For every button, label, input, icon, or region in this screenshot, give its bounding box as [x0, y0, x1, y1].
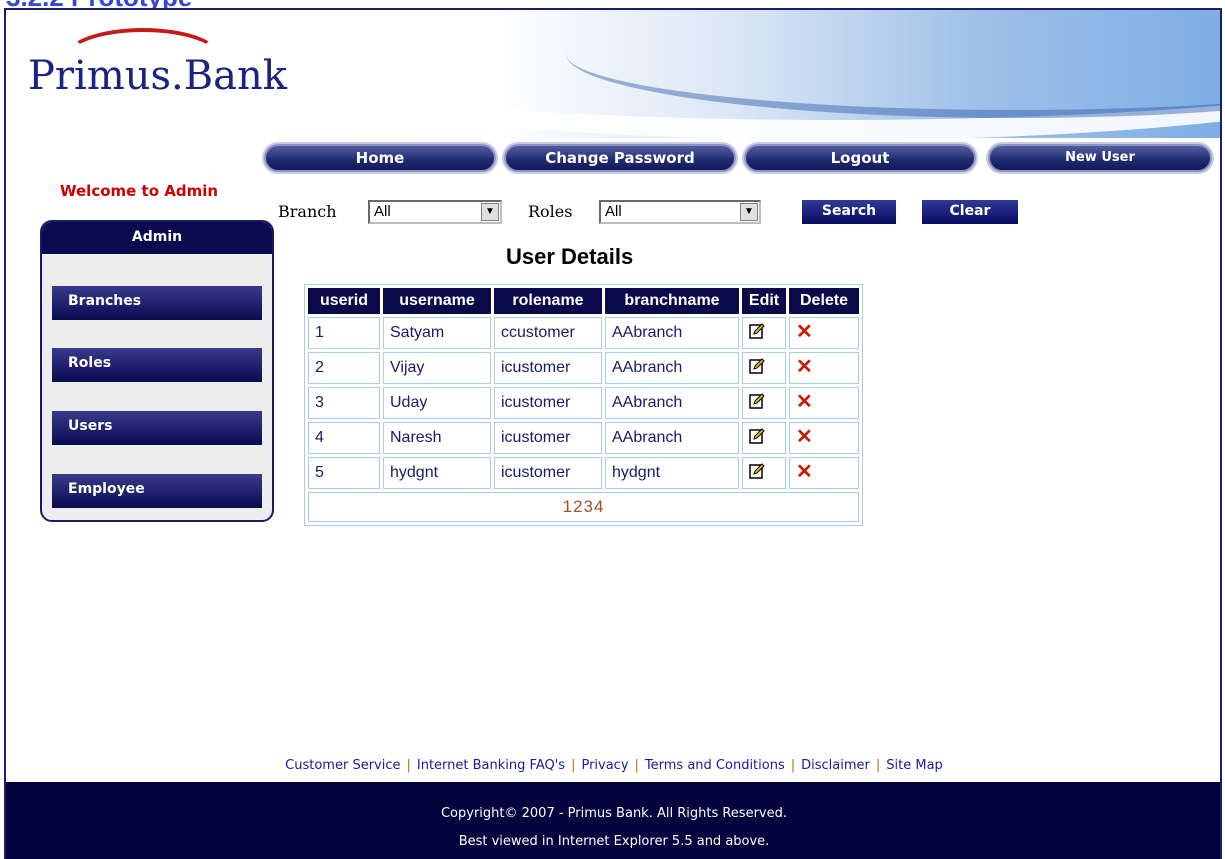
roles-select-value: All	[605, 203, 622, 220]
edit-pencil-icon[interactable]	[749, 357, 765, 374]
footer-bar: Copyright© 2007 - Primus Bank. All Right…	[6, 782, 1220, 859]
user-details-title: User Details	[506, 244, 634, 269]
cell-delete: ✕	[789, 387, 859, 419]
browser-note: Best viewed in Internet Explorer 5.5 and…	[458, 834, 770, 849]
new-user-button[interactable]: New User	[988, 144, 1212, 172]
cell-edit	[742, 317, 786, 349]
copyright-text: Copyright© 2007 - Primus Bank. All Right…	[440, 806, 787, 821]
delete-x-icon[interactable]: ✕	[796, 392, 813, 412]
cell-branchname: AAbranch	[605, 352, 739, 384]
cell-username: hydgnt	[383, 457, 491, 489]
dropdown-arrow-icon[interactable]: ▼	[740, 203, 758, 221]
pagination-links[interactable]: 1234	[308, 492, 859, 522]
roles-select[interactable]: All ▼	[599, 200, 761, 224]
table-row: 4 Naresh icustomer AAbranch ✕	[308, 422, 859, 454]
welcome-message: Welcome to Admin	[60, 182, 219, 200]
logo-text-bank: Bank	[183, 53, 288, 99]
column-header-delete: Delete	[789, 288, 859, 314]
cell-rolename: icustomer	[494, 387, 602, 419]
table-row: 1 Satyam ccustomer AAbranch ✕	[308, 317, 859, 349]
cell-edit	[742, 457, 786, 489]
cell-delete: ✕	[789, 457, 859, 489]
cell-delete: ✕	[789, 317, 859, 349]
cell-username: Vijay	[383, 352, 491, 384]
cell-username: Satyam	[383, 317, 491, 349]
table-row: 5 hydgnt icustomer hydgnt ✕	[308, 457, 859, 489]
delete-x-icon[interactable]: ✕	[796, 462, 813, 482]
footer-separator: |	[571, 758, 576, 773]
column-header-userid: userid	[308, 288, 380, 314]
cell-userid: 1	[308, 317, 380, 349]
footer-separator: |	[790, 758, 796, 773]
column-header-username: username	[383, 288, 491, 314]
sidebar-item-users[interactable]: Users	[52, 411, 262, 445]
cell-branchname: AAbranch	[605, 422, 739, 454]
footer-link-customer-service[interactable]: Customer Service	[285, 758, 400, 773]
edit-pencil-icon[interactable]	[749, 392, 765, 409]
cell-userid: 3	[308, 387, 380, 419]
delete-x-icon[interactable]: ✕	[796, 427, 813, 447]
change-password-button[interactable]: Change Password	[504, 144, 736, 172]
cell-userid: 2	[308, 352, 380, 384]
edit-pencil-icon[interactable]	[749, 427, 765, 444]
cell-rolename: ccustomer	[494, 317, 602, 349]
column-header-branchname: branchname	[605, 288, 739, 314]
logo-text-primus: Primus.	[28, 53, 184, 99]
cell-username: Naresh	[383, 422, 491, 454]
sidebar-item-branches[interactable]: Branches	[52, 286, 262, 320]
cell-edit	[742, 422, 786, 454]
browser-page: Primus.Bank Home Change Password Logout …	[4, 8, 1222, 859]
clear-button[interactable]: Clear	[922, 200, 1018, 224]
cell-edit	[742, 352, 786, 384]
cell-rolename: icustomer	[494, 457, 602, 489]
cell-branchname: hydgnt	[605, 457, 739, 489]
admin-sidebar: Admin Branches Roles Users Employee	[40, 220, 274, 522]
edit-pencil-icon[interactable]	[749, 322, 765, 339]
table-row: 3 Uday icustomer AAbranch ✕	[308, 387, 859, 419]
edit-pencil-icon[interactable]	[749, 462, 765, 479]
cell-userid: 4	[308, 422, 380, 454]
primus-bank-logo: Primus.Bank	[28, 54, 287, 98]
footer-separator: |	[406, 758, 411, 773]
cell-rolename: icustomer	[494, 352, 602, 384]
column-header-rolename: rolename	[494, 288, 602, 314]
footer-link-faq[interactable]: Internet Banking FAQ's	[417, 758, 565, 773]
table-row: 2 Vijay icustomer AAbranch ✕	[308, 352, 859, 384]
logout-button[interactable]: Logout	[744, 144, 976, 172]
user-details-table: userid username rolename branchname Edit…	[304, 284, 863, 526]
header-banner: Primus.Bank	[6, 10, 1220, 138]
search-button[interactable]: Search	[802, 200, 896, 224]
footer-link-privacy[interactable]: Privacy	[581, 758, 628, 773]
cell-delete: ✕	[789, 352, 859, 384]
branch-select-value: All	[374, 203, 391, 220]
sidebar-item-employee[interactable]: Employee	[52, 474, 262, 508]
cell-rolename: icustomer	[494, 422, 602, 454]
footer-link-terms[interactable]: Terms and Conditions	[645, 758, 785, 773]
delete-x-icon[interactable]: ✕	[796, 357, 813, 377]
cell-branchname: AAbranch	[605, 317, 739, 349]
branch-select[interactable]: All ▼	[368, 200, 502, 224]
footer-separator: |	[875, 758, 881, 773]
branch-label: Branch	[278, 202, 337, 221]
roles-label: Roles	[528, 202, 573, 221]
cell-userid: 5	[308, 457, 380, 489]
column-header-edit: Edit	[742, 288, 786, 314]
footer-links: Customer Service | Internet Banking FAQ's |…	[6, 758, 1220, 773]
dropdown-arrow-icon[interactable]: ▼	[481, 203, 499, 221]
footer-link-site-map[interactable]: Site Map	[886, 758, 943, 773]
footer-separator: |	[634, 758, 639, 773]
cell-edit	[742, 387, 786, 419]
delete-x-icon[interactable]: ✕	[796, 322, 813, 342]
cell-delete: ✕	[789, 422, 859, 454]
cell-branchname: AAbranch	[605, 387, 739, 419]
cell-username: Uday	[383, 387, 491, 419]
sidebar-item-roles[interactable]: Roles	[52, 348, 262, 382]
footer-link-disclaimer[interactable]: Disclaimer	[801, 758, 870, 773]
home-button[interactable]: Home	[264, 144, 496, 172]
pager-row: 1234	[308, 492, 859, 522]
sidebar-title: Admin	[42, 222, 272, 254]
table-header-row: userid username rolename branchname Edit…	[308, 288, 859, 314]
